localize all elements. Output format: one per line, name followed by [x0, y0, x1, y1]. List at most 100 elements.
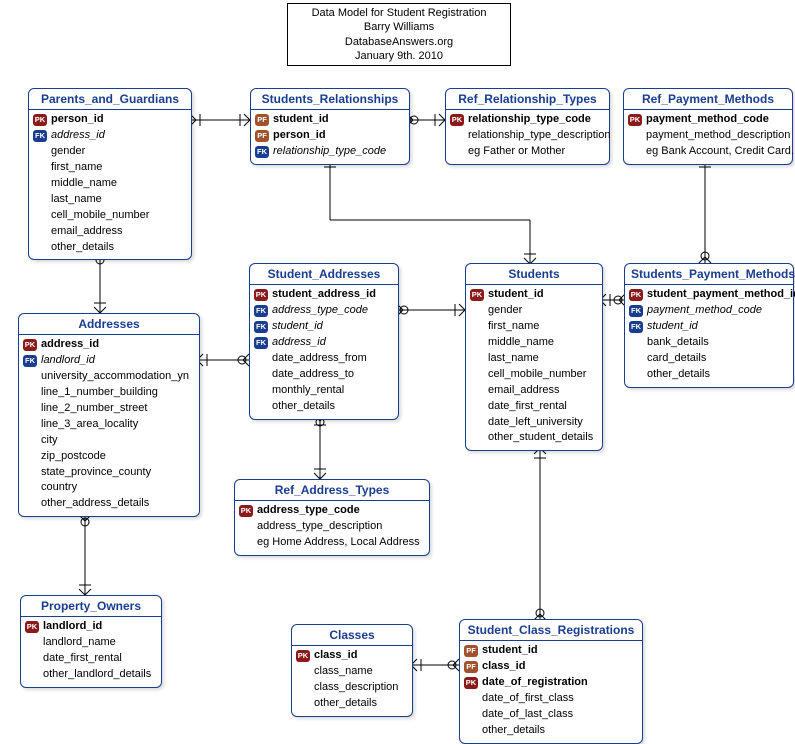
pf-key-icon: PF: [255, 114, 269, 126]
attribute-row: date_first_rental: [470, 399, 598, 415]
attribute-name: student_id: [488, 287, 544, 303]
attribute-name: monthly_rental: [272, 383, 344, 399]
attribute-row: state_province_county: [23, 465, 195, 481]
entity-header: Ref_Payment_Methods: [624, 89, 792, 110]
attribute-row: date_first_rental: [25, 651, 157, 667]
entity-ref-payment-methods: Ref_Payment_Methods PKpayment_method_cod…: [623, 88, 793, 165]
attribute-row: FKlandlord_id: [23, 353, 195, 369]
attribute-row: other_details: [254, 399, 394, 415]
attribute-name: middle_name: [488, 335, 554, 351]
attribute-name: payment_method_code: [646, 112, 769, 128]
pk-key-icon: PK: [239, 505, 253, 517]
blank-key: [33, 162, 47, 174]
attribute-row: PKstudent_address_id: [254, 287, 394, 303]
entity-header: Students_Relationships: [251, 89, 409, 110]
attribute-row: gender: [33, 144, 187, 160]
blank-key: [628, 146, 642, 158]
blank-key: [254, 353, 268, 365]
blank-key: [33, 226, 47, 238]
fk-key-icon: FK: [254, 321, 268, 333]
attribute-row: FKaddress_type_code: [254, 303, 394, 319]
attribute-row: PKrelationship_type_code: [450, 112, 605, 128]
blank-key: [33, 146, 47, 158]
attribute-row: FKrelationship_type_code: [255, 144, 405, 160]
attribute-row: cell_mobile_number: [33, 208, 187, 224]
attribute-name: cell_mobile_number: [51, 208, 149, 224]
attribute-row: first_name: [33, 160, 187, 176]
blank-key: [23, 403, 37, 415]
attribute-row: PFstudent_id: [255, 112, 405, 128]
pk-key-icon: PK: [464, 677, 478, 689]
attribute-name: date_of_last_class: [482, 707, 573, 723]
attribute-row: cell_mobile_number: [470, 367, 598, 383]
title-line1: Data Model for Student Registration: [296, 6, 502, 20]
title-line4: January 9th. 2010: [296, 49, 502, 63]
entity-student-addresses: Student_Addresses PKstudent_address_idFK…: [249, 263, 399, 420]
fk-key-icon: FK: [629, 305, 643, 317]
fk-key-icon: FK: [629, 321, 643, 333]
attribute-row: PFstudent_id: [464, 643, 638, 659]
attribute-row: other_landlord_details: [25, 667, 157, 683]
blank-key: [629, 337, 643, 349]
blank-key: [23, 466, 37, 478]
title-line2: Barry Williams: [296, 20, 502, 34]
attribute-row: payment_method_description: [628, 128, 788, 144]
attribute-row: first_name: [470, 319, 598, 335]
attribute-name: date_first_rental: [43, 651, 122, 667]
blank-key: [450, 146, 464, 158]
entity-students-relationships: Students_Relationships PFstudent_idPFper…: [250, 88, 410, 165]
attribute-name: student_id: [482, 643, 538, 659]
blank-key: [470, 353, 484, 365]
entity-student-class-registrations: Student_Class_Registrations PFstudent_id…: [459, 619, 643, 744]
blank-key: [254, 385, 268, 397]
attribute-name: middle_name: [51, 176, 117, 192]
blank-key: [23, 482, 37, 494]
attribute-row: PKperson_id: [33, 112, 187, 128]
attribute-row: other_details: [296, 696, 408, 712]
attribute-row: middle_name: [470, 335, 598, 351]
attribute-row: date_left_university: [470, 415, 598, 431]
attribute-row: date_address_to: [254, 367, 394, 383]
blank-key: [23, 419, 37, 431]
attribute-name: email_address: [51, 224, 123, 240]
attribute-name: other_landlord_details: [43, 667, 151, 683]
blank-key: [470, 321, 484, 333]
attribute-row: monthly_rental: [254, 383, 394, 399]
pk-key-icon: PK: [629, 289, 643, 301]
blank-key: [25, 637, 39, 649]
blank-key: [464, 709, 478, 721]
attribute-name: line_3_area_locality: [41, 417, 138, 433]
entity-ref-address-types: Ref_Address_Types PKaddress_type_codeadd…: [234, 479, 430, 556]
blank-key: [470, 432, 484, 444]
pk-key-icon: PK: [23, 339, 37, 351]
attribute-name: relationship_type_code: [273, 144, 386, 160]
attribute-name: cell_mobile_number: [488, 367, 586, 383]
attribute-name: student_id: [272, 319, 323, 335]
attribute-row: date_of_last_class: [464, 707, 638, 723]
attribute-row: last_name: [33, 192, 187, 208]
attribute-name: email_address: [488, 383, 560, 399]
entity-addresses: Addresses PKaddress_idFKlandlord_idunive…: [18, 313, 200, 517]
blank-key: [33, 210, 47, 222]
blank-key: [23, 498, 37, 510]
attribute-name: student_address_id: [272, 287, 376, 303]
attribute-name: other_student_details: [488, 430, 593, 446]
fk-key-icon: FK: [23, 355, 37, 367]
attribute-row: bank_details: [629, 335, 789, 351]
attribute-name: class_description: [314, 680, 398, 696]
entity-header: Classes: [292, 625, 412, 646]
attribute-name: other_details: [482, 723, 545, 739]
attribute-name: address_type_code: [272, 303, 368, 319]
attribute-name: other_details: [314, 696, 377, 712]
attribute-row: card_details: [629, 351, 789, 367]
attribute-name: country: [41, 480, 77, 496]
attribute-name: relationship_type_code: [468, 112, 591, 128]
blank-key: [470, 305, 484, 317]
attribute-name: state_province_county: [41, 465, 151, 481]
attribute-row: other_address_details: [23, 496, 195, 512]
attribute-row: relationship_type_description: [450, 128, 605, 144]
attribute-name: card_details: [647, 351, 706, 367]
blank-key: [23, 387, 37, 399]
attribute-name: address_type_description: [257, 519, 382, 535]
blank-key: [33, 194, 47, 206]
